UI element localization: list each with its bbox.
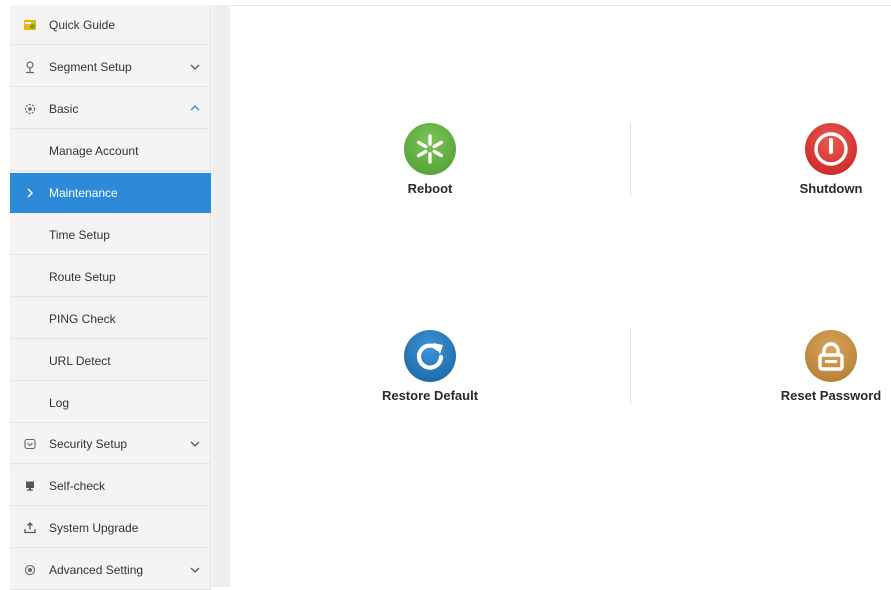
separator (630, 122, 631, 196)
shutdown-label: Shutdown (799, 181, 863, 196)
sidebar-item-log[interactable]: Log (10, 383, 211, 423)
sidebar-item-url-detect[interactable]: URL Detect (10, 341, 211, 381)
reboot-label: Reboot (407, 181, 453, 196)
sidebar-item-system-upgrade[interactable]: System Upgrade (10, 508, 211, 548)
monitor-icon (23, 479, 37, 493)
upload-icon (23, 521, 37, 535)
restore-default-label: Restore Default (381, 388, 479, 403)
sidebar-item-label: Maintenance (49, 186, 118, 200)
sidebar-item-label: Advanced Setting (49, 563, 144, 577)
reset-password-button[interactable]: Reset Password (731, 330, 891, 420)
sidebar-item-manage-account[interactable]: Manage Account (10, 131, 211, 171)
chevron-down-icon[interactable] (188, 437, 202, 451)
restore-icon (404, 330, 456, 382)
sidebar-item-segment-setup[interactable]: Segment Setup (10, 47, 211, 87)
lock-icon (805, 330, 857, 382)
sidebar-item-self-check[interactable]: Self-check (10, 466, 211, 506)
sidebar-item-label: Quick Guide (49, 18, 116, 32)
sidebar-item-advanced-setting[interactable]: Advanced Setting (10, 550, 211, 590)
sidebar-item-label: URL Detect (49, 354, 111, 368)
sidebar-item-security-setup[interactable]: Security Setup (10, 424, 211, 464)
sidebar-item-route-setup[interactable]: Route Setup (10, 257, 211, 297)
segment-icon (23, 60, 37, 74)
maintenance-panel: Reboot Shutdown Restore Default Reset Pa… (230, 5, 891, 588)
power-icon (805, 123, 857, 175)
sidebar-item-label: Security Setup (49, 437, 128, 451)
basic-icon (23, 102, 37, 116)
advanced-icon (23, 563, 37, 577)
chevron-down-icon[interactable] (188, 60, 202, 74)
sidebar-item-ping-check[interactable]: PING Check (10, 299, 211, 339)
sidebar-item-quick-guide[interactable]: Quick Guide (10, 5, 211, 45)
reboot-button[interactable]: Reboot (330, 123, 530, 213)
chevron-right-icon (23, 186, 37, 200)
sidebar-item-label: Segment Setup (49, 60, 132, 74)
sidebar-item-label: Time Setup (49, 228, 110, 242)
reset-password-label: Reset Password (780, 388, 882, 403)
sidebar-item-label: Self-check (49, 479, 106, 493)
sidebar-item-time-setup[interactable]: Time Setup (10, 215, 211, 255)
separator (630, 328, 631, 404)
sidebar-nav: Quick Guide Segment Setup Basic Manage A… (10, 5, 213, 590)
sidebar-item-label: Manage Account (49, 144, 139, 158)
restore-default-button[interactable]: Restore Default (330, 330, 530, 420)
sidebar-item-label: Route Setup (49, 270, 116, 284)
sidebar-item-maintenance[interactable]: Maintenance (10, 173, 211, 213)
sidebar-item-label: PING Check (49, 312, 116, 326)
shield-icon (23, 437, 37, 451)
sidebar-item-label: Basic (49, 102, 79, 116)
sidebar-item-basic[interactable]: Basic (10, 89, 211, 129)
chevron-down-icon[interactable] (188, 563, 202, 577)
quick-guide-icon (23, 18, 37, 32)
sidebar-item-label: System Upgrade (49, 521, 139, 535)
shutdown-button[interactable]: Shutdown (731, 123, 891, 213)
sidebar-item-label: Log (49, 396, 70, 410)
chevron-up-icon[interactable] (188, 102, 202, 116)
reboot-icon (404, 123, 456, 175)
sidebar-divider (213, 5, 230, 587)
